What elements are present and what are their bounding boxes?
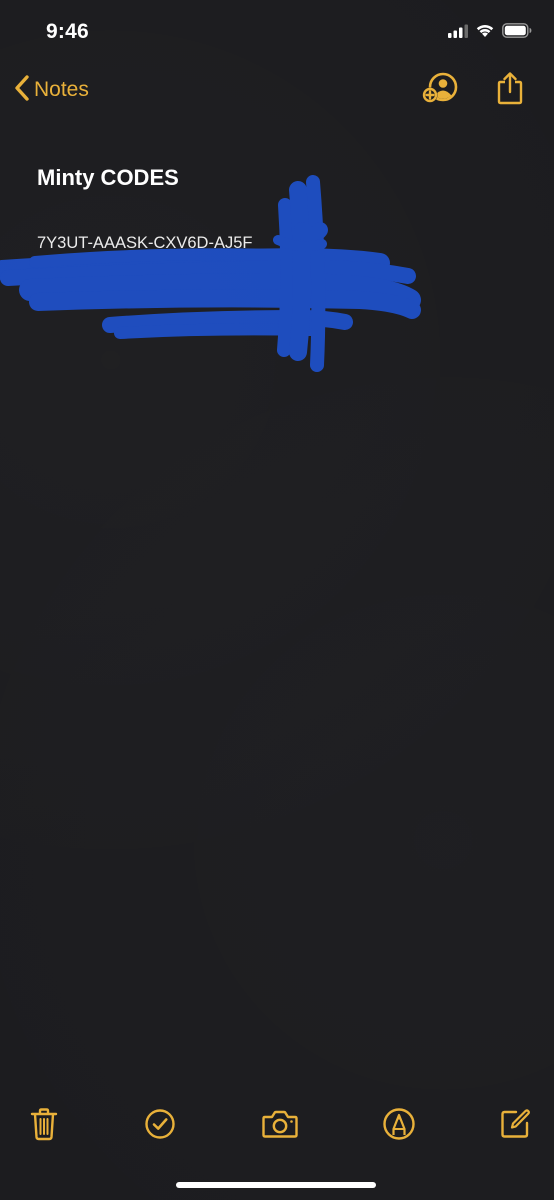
status-time: 9:46: [46, 20, 89, 43]
battery-icon: [502, 23, 532, 43]
checklist-button[interactable]: [140, 1106, 180, 1146]
checklist-icon: [144, 1108, 176, 1145]
note-title: Minty CODES: [37, 165, 179, 190]
share-icon: [496, 71, 524, 110]
note-content[interactable]: Minty CODES 7Y3UT-AAASK-CXV6D-AJ5F: [37, 160, 524, 308]
cellular-signal-icon: [448, 24, 468, 43]
status-bar: 9:46: [0, 0, 554, 66]
delete-button[interactable]: [24, 1106, 64, 1146]
back-button[interactable]: Notes: [14, 74, 89, 106]
add-person-button[interactable]: [420, 70, 460, 110]
nav-bar: Notes: [0, 66, 554, 114]
share-button[interactable]: [490, 70, 530, 110]
back-label: Notes: [34, 78, 89, 101]
camera-icon: [261, 1108, 299, 1145]
compose-icon: [499, 1108, 531, 1145]
chevron-left-icon: [14, 74, 30, 107]
markup-button[interactable]: [379, 1106, 419, 1146]
camera-button[interactable]: [260, 1106, 300, 1146]
note-line: 7Y3UT-AAASK-CXV6D-AJ5F: [37, 234, 253, 252]
status-icons: [448, 22, 532, 44]
wifi-icon: [475, 23, 495, 43]
home-indicator[interactable]: [176, 1182, 376, 1188]
markup-icon: [382, 1107, 416, 1146]
compose-button[interactable]: [495, 1106, 535, 1146]
add-person-icon: [421, 71, 459, 110]
note-line: [37, 282, 524, 308]
bottom-toolbar: [0, 1100, 554, 1152]
note-body: 7Y3UT-AAASK-CXV6D-AJ5F: [37, 230, 524, 308]
trash-icon: [30, 1107, 58, 1146]
note-line: [37, 256, 524, 282]
